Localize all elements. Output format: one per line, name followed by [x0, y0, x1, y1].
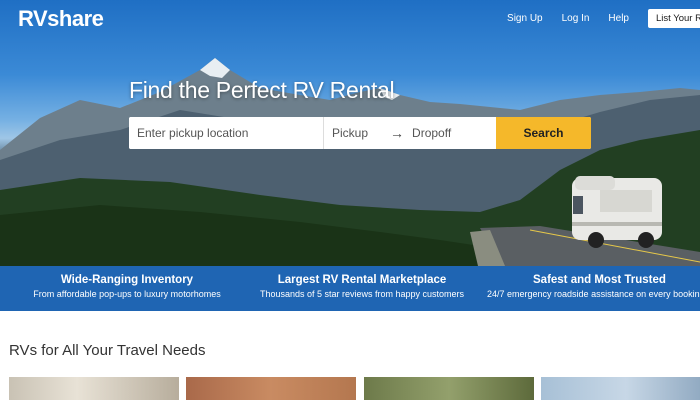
- category-card-image[interactable]: [9, 377, 179, 400]
- feature-inventory: Wide-Ranging Inventory From affordable p…: [22, 266, 232, 299]
- search-button[interactable]: Search: [496, 117, 591, 149]
- feature-subtitle: Thousands of 5 star reviews from happy c…: [259, 289, 465, 299]
- hero-banner: RVshare Sign Up Log In Help List Your RV…: [0, 0, 700, 266]
- pickup-location-input[interactable]: [129, 117, 324, 149]
- dropoff-date-field[interactable]: Dropoff: [412, 126, 451, 140]
- section-title: RVs for All Your Travel Needs: [9, 342, 206, 359]
- arrow-right-icon: →: [390, 125, 405, 141]
- features-strip: Wide-Ranging Inventory From affordable p…: [0, 266, 700, 311]
- login-link[interactable]: Log In: [562, 13, 590, 24]
- feature-marketplace: Largest RV Rental Marketplace Thousands …: [252, 266, 472, 299]
- pickup-date-field[interactable]: Pickup: [332, 126, 368, 140]
- category-card-image[interactable]: [541, 377, 700, 400]
- rv-vehicle-image: [572, 176, 662, 248]
- top-nav: Sign Up Log In Help List Your RV: [507, 9, 700, 28]
- rvshare-logo[interactable]: RVshare: [18, 6, 104, 32]
- feature-trusted: Safest and Most Trusted 24/7 emergency r…: [487, 266, 700, 299]
- category-card-image[interactable]: [364, 377, 534, 400]
- hero-title: Find the Perfect RV Rental: [129, 77, 395, 103]
- feature-subtitle: From affordable pop-ups to luxury motorh…: [33, 289, 221, 299]
- rv-category-gallery: [9, 377, 700, 400]
- feature-title: Largest RV Rental Marketplace: [277, 274, 447, 286]
- signup-link[interactable]: Sign Up: [507, 13, 543, 24]
- search-bar: Pickup → Dropoff Search: [129, 117, 591, 149]
- category-card-image[interactable]: [186, 377, 356, 400]
- list-your-rv-button[interactable]: List Your RV: [648, 9, 700, 28]
- feature-title: Wide-Ranging Inventory: [60, 274, 194, 286]
- feature-title: Safest and Most Trusted: [533, 274, 666, 286]
- help-link[interactable]: Help: [608, 13, 629, 24]
- feature-subtitle: 24/7 emergency roadside assistance on ev…: [487, 289, 700, 299]
- date-range-picker[interactable]: Pickup → Dropoff: [324, 117, 496, 149]
